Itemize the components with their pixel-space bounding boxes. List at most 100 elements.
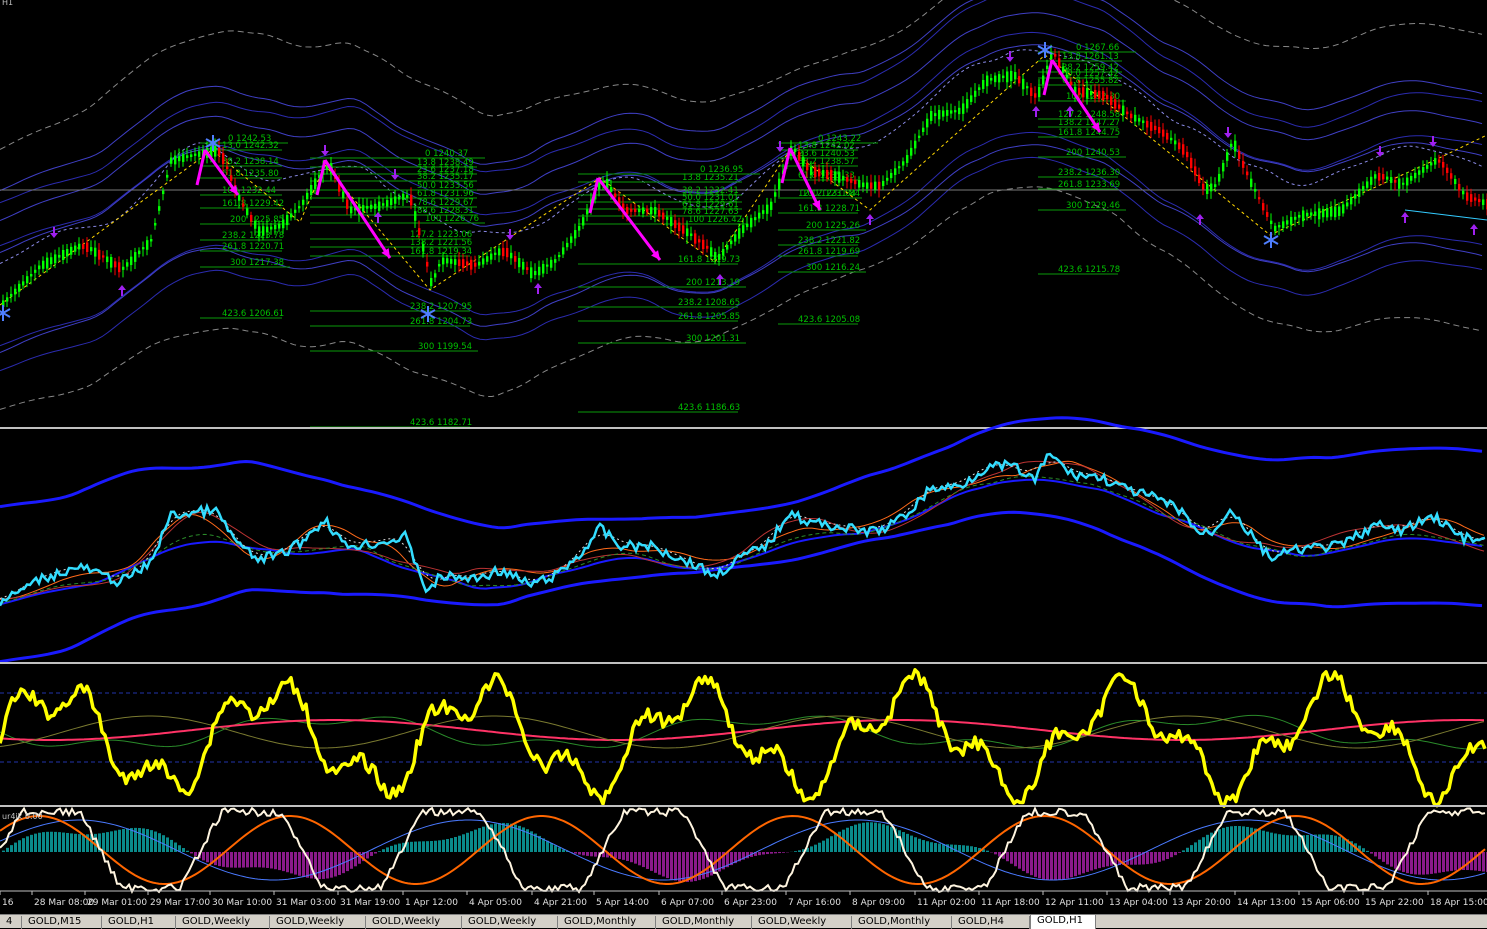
fib-level-label: 423.6 1182.71: [410, 418, 472, 428]
candle-body: [1242, 161, 1244, 168]
candle-body: [1158, 127, 1160, 133]
histogram-bar: [1278, 834, 1281, 852]
candle-body: [342, 191, 344, 198]
candle-body: [226, 166, 228, 169]
histogram-bar: [246, 852, 249, 867]
histogram-bar: [1482, 852, 1485, 872]
candle-body: [478, 262, 480, 266]
candle-body: [1182, 144, 1184, 154]
histogram-bar: [50, 832, 53, 852]
histogram-bar: [682, 852, 685, 882]
histogram-bar: [1098, 852, 1101, 868]
histogram-bar: [58, 832, 61, 852]
chart-tab[interactable]: GOLD,Weekly: [366, 916, 462, 929]
candle-body: [298, 206, 300, 208]
candle-body: [258, 226, 260, 236]
time-label: 4 Apr 21:00: [534, 898, 587, 908]
chart-tab[interactable]: 4: [0, 916, 22, 929]
candle-body: [874, 182, 876, 190]
chart-tab[interactable]: GOLD,M15: [22, 916, 102, 929]
fib-level-label: 261.8 1204.73: [410, 317, 472, 327]
candle-body: [490, 254, 492, 260]
histogram-bar: [270, 852, 273, 868]
chart-tab[interactable]: GOLD,Weekly: [462, 916, 558, 929]
histogram-bar: [510, 824, 513, 852]
candle-body: [374, 204, 376, 209]
time-label: 30 Mar 10:00: [212, 898, 272, 908]
candle-body: [902, 161, 904, 165]
histogram-bar: [1418, 852, 1421, 875]
candle-body: [1294, 217, 1296, 220]
candle-body: [678, 223, 680, 231]
fib-level-label: 261.8 1220.71: [222, 242, 284, 252]
histogram-bar: [458, 836, 461, 852]
candle-body: [378, 202, 380, 211]
histogram-bar: [1266, 832, 1269, 852]
candle-body: [1222, 163, 1224, 171]
candle-body: [246, 209, 248, 216]
chart-tab[interactable]: GOLD,Monthly: [656, 916, 752, 929]
histogram-bar: [166, 837, 169, 852]
candle-body: [894, 168, 896, 175]
histogram-bar: [110, 831, 113, 852]
fib-level-label: 13.8 1235.21: [682, 173, 739, 183]
histogram-bar: [822, 841, 825, 852]
histogram-bar: [914, 837, 917, 852]
candle-body: [1306, 213, 1308, 217]
candle-body: [762, 210, 764, 214]
window-title: H1: [2, 0, 13, 7]
histogram-bar: [910, 836, 913, 852]
histogram-bar: [366, 852, 369, 858]
histogram-bar: [926, 841, 929, 852]
candle-body: [30, 274, 32, 276]
candle-body: [882, 181, 884, 186]
candle-body: [1014, 72, 1016, 79]
histogram-bar: [462, 834, 465, 852]
chart-tab[interactable]: GOLD,Monthly: [558, 916, 656, 929]
candle-body: [282, 220, 284, 229]
time-label: 11 Apr 18:00: [981, 898, 1040, 908]
fib-level-label: 161.8 1244.75: [1058, 128, 1120, 138]
histogram-bar: [370, 852, 373, 856]
histogram-bar: [1322, 834, 1325, 852]
chart-tab[interactable]: GOLD,Weekly: [752, 916, 852, 929]
candle-body: [806, 163, 808, 170]
histogram-bar: [1378, 852, 1381, 859]
candle-body: [1246, 172, 1248, 176]
candle-body: [802, 157, 804, 167]
histogram-bar: [418, 841, 421, 852]
histogram-bar: [126, 828, 129, 852]
candle-body: [430, 278, 432, 286]
candle-body: [442, 258, 444, 265]
chart-tab[interactable]: GOLD,H1: [102, 916, 176, 929]
candle-body: [1114, 99, 1116, 108]
histogram-bar: [818, 843, 821, 852]
candle-body: [982, 80, 984, 89]
histogram-bar: [186, 851, 189, 852]
histogram-bar: [1194, 842, 1197, 852]
candle-body: [1398, 178, 1400, 188]
histogram-bar: [446, 839, 449, 852]
candle-body: [1470, 194, 1472, 202]
histogram-bar: [414, 842, 417, 852]
candle-body: [698, 239, 700, 242]
histogram-bar: [466, 833, 469, 852]
candle-body: [458, 259, 460, 266]
candle-body: [1078, 88, 1080, 95]
candle-body: [746, 224, 748, 227]
time-label: 28 Mar 08:00: [34, 898, 94, 908]
chart-tab[interactable]: GOLD,H4: [952, 916, 1030, 929]
candle-body: [154, 223, 156, 226]
histogram-bar: [1222, 828, 1225, 852]
histogram-bar: [646, 852, 649, 869]
candle-body: [126, 262, 128, 266]
histogram-bar: [234, 852, 237, 868]
candle-body: [398, 197, 400, 200]
chart-tab[interactable]: GOLD,Weekly: [176, 916, 270, 929]
chart-tab[interactable]: GOLD,Monthly: [852, 916, 952, 929]
fib-level-label: 423.6 1206.61: [222, 309, 284, 319]
histogram-bar: [1006, 852, 1009, 861]
candle-body: [770, 202, 772, 210]
chart-tab[interactable]: GOLD,Weekly: [270, 916, 366, 929]
chart-tab[interactable]: GOLD,H1: [1030, 914, 1096, 929]
